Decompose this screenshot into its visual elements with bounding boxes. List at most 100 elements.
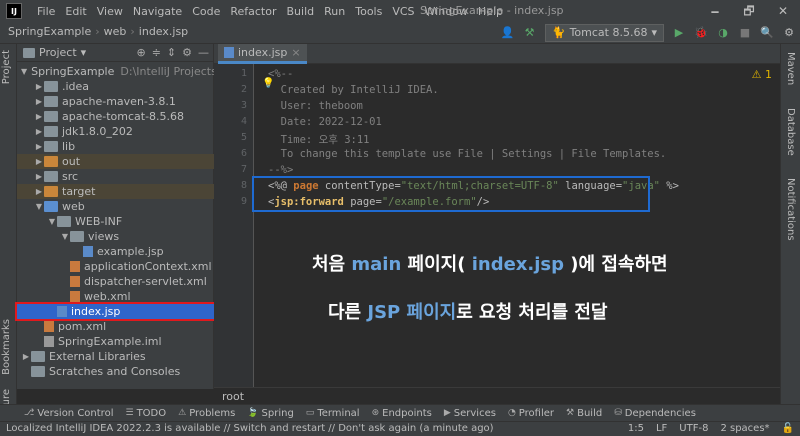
menu-item-refactor[interactable]: Refactor xyxy=(225,5,281,18)
tab-bookmarks[interactable]: Bookmarks xyxy=(1,319,12,375)
search-icon[interactable]: 🔍 xyxy=(760,26,774,40)
breadcrumb-file[interactable]: index.jsp xyxy=(139,25,188,38)
tab-notifications[interactable]: Notifications xyxy=(785,178,796,241)
user-icon[interactable]: 👤 xyxy=(501,26,515,40)
gear-icon[interactable]: ⚙ xyxy=(782,26,796,40)
run-configuration-select[interactable]: 🐈 Tomcat 8.5.68 ▾ xyxy=(544,24,664,42)
chevron-right-icon[interactable]: ▶ xyxy=(34,187,44,196)
tree-item-label: applicationContext.xml xyxy=(84,260,212,273)
lock-icon[interactable]: 🔓 xyxy=(782,423,794,434)
menu-item-run[interactable]: Run xyxy=(319,5,350,18)
tree-item[interactable]: ▶ .idea xyxy=(17,79,214,94)
stop-icon[interactable]: ■ xyxy=(738,26,752,40)
chevron-down-icon[interactable]: ▼ xyxy=(34,202,44,211)
tree-item[interactable]: SpringExample.iml xyxy=(17,334,214,349)
menu-item-view[interactable]: View xyxy=(92,5,128,18)
menu-item-navigate[interactable]: Navigate xyxy=(128,5,187,18)
breadcrumb-folder[interactable]: web xyxy=(104,25,127,38)
chevron-right-icon[interactable]: ▶ xyxy=(34,142,44,151)
chevron-right-icon: › xyxy=(130,25,135,38)
chevron-right-icon[interactable]: ▶ xyxy=(34,157,44,166)
tree-item[interactable]: ▼ WEB-INF xyxy=(17,214,214,229)
minimize-icon[interactable]: 🗕 xyxy=(698,0,732,22)
tool-window-terminal[interactable]: ▭ Terminal xyxy=(306,408,360,419)
chevron-down-icon[interactable]: ▼ xyxy=(60,232,70,241)
tree-item[interactable]: ▼ SpringExample D:\IntelliJ Projects\Spri xyxy=(17,64,242,79)
menu-item-build[interactable]: Build xyxy=(282,5,320,18)
tree-item[interactable]: ▼ web xyxy=(17,199,214,214)
tree-item[interactable]: index.jsp xyxy=(15,302,216,321)
hammer-icon[interactable]: ⚒ xyxy=(523,26,537,40)
menu-item-edit[interactable]: Edit xyxy=(60,5,91,18)
tree-item[interactable]: ▼ views xyxy=(17,229,214,244)
run-toolbar: 👤 ⚒ 🐈 Tomcat 8.5.68 ▾ ▶ 🐞 ◑ ■ 🔍 ⚙ xyxy=(501,24,796,42)
code-editor[interactable]: 123456789 ⚠ 1 💡 <%-- Created by IntelliJ… xyxy=(214,64,780,387)
tree-item[interactable]: example.jsp xyxy=(17,244,214,259)
tree-item[interactable]: ▶ apache-tomcat-8.5.68 xyxy=(17,109,214,124)
chevron-right-icon[interactable]: ▶ xyxy=(34,127,44,136)
line-separator[interactable]: LF xyxy=(656,423,667,434)
tool-window-version-control[interactable]: ⎇ Version Control xyxy=(24,408,113,419)
tool-window-build[interactable]: ⚒ Build xyxy=(566,408,602,419)
tree-item[interactable]: ▶ External Libraries xyxy=(17,349,214,364)
chevron-down-icon[interactable]: ▼ xyxy=(47,217,57,226)
maximize-icon[interactable]: 🗗 xyxy=(732,0,766,22)
menu-item-tools[interactable]: Tools xyxy=(350,5,387,18)
chevron-right-icon[interactable]: ▶ xyxy=(21,352,31,361)
chevron-right-icon[interactable]: ▶ xyxy=(34,112,44,121)
chevron-right-icon[interactable]: ▶ xyxy=(34,82,44,91)
coverage-icon[interactable]: ◑ xyxy=(716,26,730,40)
run-icon[interactable]: ▶ xyxy=(672,26,686,40)
code-comment-line: Date: 2022-12-01 xyxy=(268,116,382,128)
tree-item[interactable]: ▶ out xyxy=(17,154,214,169)
hide-icon[interactable]: — xyxy=(198,46,209,59)
tree-item[interactable]: ▶ jdk1.8.0_202 xyxy=(17,124,214,139)
tree-item-label: apache-tomcat-8.5.68 xyxy=(62,110,185,123)
tree-item[interactable]: Scratches and Consoles xyxy=(17,364,214,379)
expand-icon[interactable]: ⇕ xyxy=(167,46,176,59)
tool-window-todo[interactable]: ☰ TODO xyxy=(125,408,166,419)
tool-window-problems[interactable]: ⚠ Problems xyxy=(178,408,235,419)
chevron-down-icon[interactable]: ▾ xyxy=(81,46,87,59)
tree-item[interactable]: ▶ apache-maven-3.8.1 xyxy=(17,94,214,109)
menu-item-code[interactable]: Code xyxy=(187,5,225,18)
tool-window-dependencies[interactable]: ⛁ Dependencies xyxy=(614,408,696,419)
tree-item[interactable]: ▶ target xyxy=(17,184,214,199)
gear-icon[interactable]: ⚙ xyxy=(182,46,192,59)
tool-window-endpoints[interactable]: ⊛ Endpoints xyxy=(372,408,432,419)
menu-item-vcs[interactable]: VCS xyxy=(387,5,419,18)
project-view-select[interactable]: Project xyxy=(39,46,77,59)
tree-item[interactable]: ▶ src xyxy=(17,169,214,184)
caret-position[interactable]: 1:5 xyxy=(628,423,644,434)
tree-item[interactable]: dispatcher-servlet.xml xyxy=(17,274,214,289)
indent-setting[interactable]: 2 spaces* xyxy=(720,423,769,434)
breadcrumb-project[interactable]: SpringExample xyxy=(8,25,91,38)
tab-maven[interactable]: Maven xyxy=(785,52,796,85)
tree-item[interactable]: ▶ lib xyxy=(17,139,214,154)
status-message[interactable]: Localized IntelliJ IDEA 2022.2.3 is avai… xyxy=(6,423,494,434)
tool-window-label: Services xyxy=(453,407,496,419)
chevron-down-icon[interactable]: ▼ xyxy=(21,67,27,76)
tool-window-bar: ⎇ Version Control ☰ TODO ⚠ Problems 🍃 Spring ▭ Te… xyxy=(0,404,800,421)
tree-item[interactable]: pom.xml xyxy=(17,319,214,334)
tool-window-profiler[interactable]: ◔ Profiler xyxy=(508,408,554,419)
tree-item[interactable]: applicationContext.xml xyxy=(17,259,214,274)
tool-window-services[interactable]: ▶ Services xyxy=(444,408,496,419)
chevron-right-icon[interactable]: ▶ xyxy=(34,172,44,181)
debug-icon[interactable]: 🐞 xyxy=(694,26,708,40)
tab-index-jsp[interactable]: index.jsp × xyxy=(218,44,307,64)
locate-icon[interactable]: ⊕ xyxy=(136,46,145,59)
file-encoding[interactable]: UTF-8 xyxy=(679,423,708,434)
menu-item-file[interactable]: File xyxy=(32,5,60,18)
close-icon[interactable]: × xyxy=(291,46,300,59)
root-label[interactable]: root xyxy=(222,390,244,403)
warning-indicator[interactable]: ⚠ 1 xyxy=(752,68,772,81)
tree-item[interactable]: web.xml xyxy=(17,289,214,304)
close-icon[interactable]: ✕ xyxy=(766,0,800,22)
tab-project[interactable]: Project xyxy=(1,50,12,84)
line-number: 4 xyxy=(240,116,247,127)
chevron-right-icon[interactable]: ▶ xyxy=(34,97,44,106)
tab-database[interactable]: Database xyxy=(785,108,796,156)
tool-window-spring[interactable]: 🍃 Spring xyxy=(247,408,294,419)
collapse-icon[interactable]: ≑ xyxy=(152,46,161,59)
